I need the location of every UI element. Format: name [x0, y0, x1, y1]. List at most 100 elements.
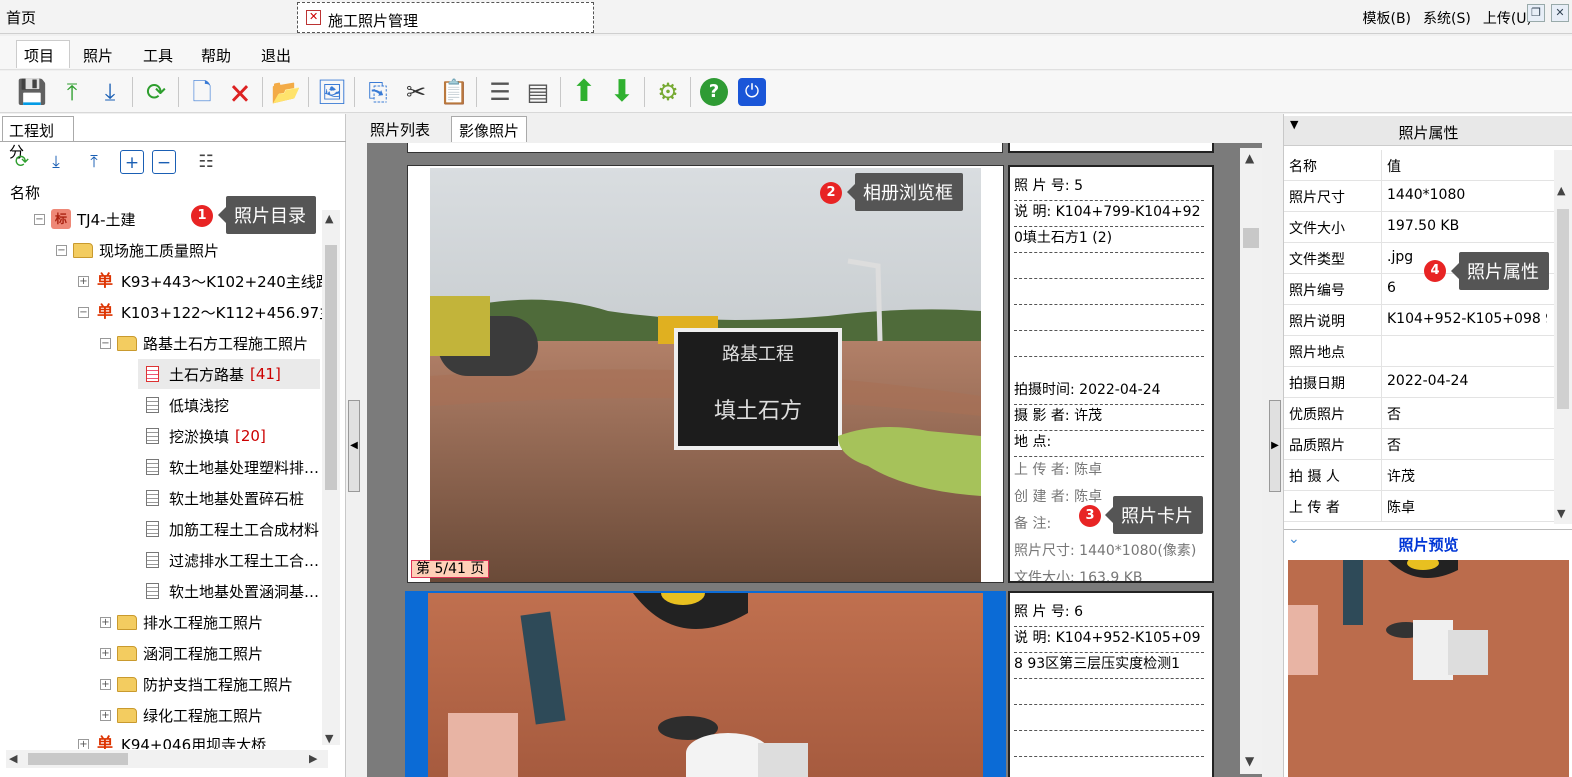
- collapse-all-icon[interactable]: −: [152, 150, 176, 174]
- move-down-icon[interactable]: ⬇: [606, 76, 638, 108]
- tree-node-leaf-selected[interactable]: 土石方路基 [41]: [138, 359, 320, 389]
- tab-home[interactable]: 首页: [6, 7, 36, 28]
- upload-icon[interactable]: ⤒: [56, 76, 88, 108]
- album-scroll-up-icon[interactable]: ▲: [1245, 151, 1254, 165]
- tree-refresh-icon[interactable]: ⟳: [10, 150, 34, 174]
- left-splitter-collapse-icon[interactable]: ◀: [348, 400, 360, 492]
- menu-project[interactable]: 项目: [24, 45, 54, 66]
- help-icon[interactable]: ?: [698, 76, 730, 108]
- list-icon[interactable]: ☰: [484, 76, 516, 108]
- property-row[interactable]: 文件大小 197.50 KB: [1284, 212, 1554, 243]
- album-scroll-down-icon[interactable]: ▼: [1245, 754, 1254, 768]
- tree-node-unit[interactable]: + 单 K94+046用坝寺大桥: [78, 729, 266, 749]
- tree-node-folder[interactable]: + 防护支挡工程施工照片: [100, 669, 293, 699]
- tree-node-folder[interactable]: + 涵洞工程施工照片: [100, 638, 263, 668]
- expand-icon[interactable]: +: [100, 647, 111, 659]
- collapse-icon[interactable]: −: [56, 244, 67, 256]
- tree-hscroll-thumb[interactable]: [28, 753, 128, 765]
- open-folder-icon[interactable]: 📂: [270, 76, 302, 108]
- tree-download-icon[interactable]: ⤓: [44, 150, 68, 174]
- tab-photo-management[interactable]: 施工照片管理: [297, 2, 594, 33]
- copy-icon[interactable]: ⎘: [362, 76, 394, 108]
- move-up-icon[interactable]: ⬆: [568, 76, 600, 108]
- new-icon[interactable]: 🗋: [186, 76, 218, 108]
- property-row[interactable]: 拍摄日期 2022-04-24: [1284, 367, 1554, 398]
- scroll-down-arrow-icon[interactable]: ▼: [325, 732, 333, 745]
- photo-tree: − 标 TJ4-土建 − 现场施工质量照片 + 单 K93+443～K102+2…: [0, 209, 328, 749]
- photo-card-previous-info[interactable]: [1008, 143, 1214, 153]
- tab-project-division[interactable]: 工程划分: [2, 116, 74, 161]
- expand-icon[interactable]: +: [78, 738, 89, 749]
- photo-card-previous[interactable]: [407, 143, 1003, 153]
- tree-node-unit[interactable]: − 单 K103+122～K112+456.97主线…: [78, 297, 328, 327]
- tree-node-leaf[interactable]: 软土地基处置碎石桩: [146, 483, 304, 513]
- expand-icon[interactable]: +: [100, 616, 111, 628]
- properties-scroll-down-icon[interactable]: ▼: [1557, 507, 1565, 520]
- properties-scroll-thumb[interactable]: [1557, 209, 1569, 409]
- expand-icon[interactable]: +: [78, 275, 89, 287]
- tree-list-icon[interactable]: ☷: [194, 150, 218, 174]
- tree-node-leaf[interactable]: 软土地基处理塑料排…: [146, 452, 319, 482]
- tree-node-unit[interactable]: + 单 K93+443～K102+240主线路基: [78, 266, 328, 296]
- cut-icon[interactable]: ✂: [400, 76, 432, 108]
- close-tab-icon[interactable]: [306, 10, 321, 25]
- scroll-up-arrow-icon[interactable]: ▲: [325, 212, 333, 225]
- tree-upload-icon[interactable]: ⤒: [82, 150, 106, 174]
- menu-template[interactable]: 模板(B): [1362, 8, 1411, 28]
- tree-scroll-thumb[interactable]: [325, 245, 337, 490]
- scroll-right-arrow-icon[interactable]: ▶: [309, 752, 317, 765]
- property-row[interactable]: 照片说明 K104+952-K105+098 9…: [1284, 305, 1554, 336]
- menu-exit[interactable]: 退出: [261, 45, 291, 66]
- menu-system[interactable]: 系统(S): [1423, 8, 1471, 28]
- menu-tools[interactable]: 工具: [143, 45, 173, 66]
- tab-photo-list[interactable]: 照片列表: [363, 116, 437, 142]
- close-icon[interactable]: ✕: [1551, 4, 1569, 22]
- paste-icon[interactable]: 📋: [438, 76, 470, 108]
- menu-upload[interactable]: 上传(U): [1483, 8, 1532, 28]
- callout-number-3: 3: [1079, 505, 1101, 527]
- tree-node-leaf[interactable]: 低填浅挖: [146, 390, 229, 420]
- property-row[interactable]: 照片地点: [1284, 336, 1554, 367]
- album-scroll-thumb[interactable]: [1243, 228, 1259, 248]
- info-label: 备 注:: [1014, 516, 1052, 532]
- restore-icon[interactable]: ❐: [1527, 4, 1545, 22]
- property-row[interactable]: 照片尺寸 1440*1080: [1284, 181, 1554, 212]
- photo-card-6-selected[interactable]: [405, 591, 1006, 777]
- tree-node-leaf[interactable]: 挖淤换填 [20]: [146, 421, 266, 451]
- refresh-icon[interactable]: ⟳: [140, 76, 172, 108]
- tree-node-folder[interactable]: + 排水工程施工照片: [100, 607, 263, 637]
- photo-card-info-6[interactable]: 照 片 号: 6 说 明: K104+952-K105+09 8 93区第三层压…: [1008, 591, 1214, 777]
- property-row[interactable]: 拍 摄 人 许茂: [1284, 460, 1554, 491]
- menu-photo[interactable]: 照片: [83, 45, 113, 66]
- delete-icon[interactable]: 🗙: [224, 76, 256, 108]
- download-icon[interactable]: ⤓: [94, 76, 126, 108]
- tree-node-folder[interactable]: − 路基土石方工程施工照片: [100, 328, 308, 358]
- expand-icon[interactable]: +: [100, 709, 111, 721]
- collapse-icon[interactable]: −: [34, 213, 45, 225]
- power-icon[interactable]: ⏻: [736, 76, 768, 108]
- tree-node-folder[interactable]: + 绿化工程施工照片: [100, 700, 263, 730]
- tree-node-root[interactable]: − 标 TJ4-土建: [34, 209, 136, 234]
- property-row[interactable]: 优质照片 否: [1284, 398, 1554, 429]
- photo-card-5[interactable]: 路基工程 填土石方 第 5/41 页: [407, 165, 1004, 583]
- expand-all-icon[interactable]: +: [120, 150, 144, 174]
- settings-icon[interactable]: ⚙: [652, 76, 684, 108]
- save-icon[interactable]: 💾: [16, 76, 48, 108]
- collapse-icon[interactable]: −: [100, 337, 111, 349]
- property-row[interactable]: 品质照片 否: [1284, 429, 1554, 460]
- property-row[interactable]: 上 传 者 陈卓: [1284, 491, 1554, 522]
- expand-icon[interactable]: +: [100, 678, 111, 690]
- tree-node-folder[interactable]: − 现场施工质量照片: [56, 235, 219, 265]
- tree-node-leaf[interactable]: 加筋工程土工合成材料: [146, 514, 319, 544]
- properties-scroll-up-icon[interactable]: ▲: [1557, 184, 1565, 197]
- tree-node-leaf[interactable]: 过滤排水工程土工合…: [146, 545, 319, 575]
- preview-title: 照片预览: [1398, 536, 1459, 554]
- collapse-icon[interactable]: −: [78, 306, 89, 318]
- image-icon[interactable]: 🖼: [316, 76, 348, 108]
- details-icon[interactable]: ▤: [522, 76, 554, 108]
- right-splitter-collapse-icon[interactable]: ▶: [1269, 400, 1281, 492]
- tab-image-photos[interactable]: 影像照片: [451, 116, 528, 142]
- scroll-left-arrow-icon[interactable]: ◀: [9, 752, 17, 765]
- tree-node-leaf[interactable]: 软土地基处置涵洞基…: [146, 576, 319, 606]
- menu-help[interactable]: 帮助: [201, 45, 231, 66]
